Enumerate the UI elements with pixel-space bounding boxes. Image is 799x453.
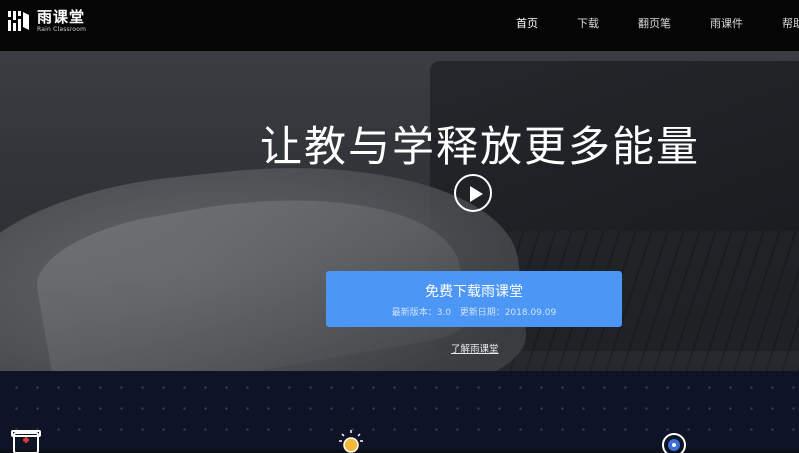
nav-item-help[interactable]: 帮助 [782,15,799,31]
nav-item-courseware[interactable]: 雨课件 [710,15,743,31]
top-nav-bar: 雨课堂 Rain Classroom 首页 下载 翻页笔 雨课件 帮助 [0,0,799,51]
play-video-button[interactable] [454,174,492,212]
hero-banner: 让教与学释放更多能量 免费下载雨课堂 最新版本：3.0 更新日期：2018.09… [0,51,799,371]
badge-icon [11,430,41,453]
download-button-label: 免费下载雨课堂 [425,283,523,300]
learn-more-link[interactable]: 了解雨课堂 [451,341,499,355]
download-button[interactable]: 免费下载雨课堂 最新版本：3.0 更新日期：2018.09.09 [326,271,622,327]
features-section [0,371,799,453]
brand-name: 雨课堂 [37,7,86,26]
nav-item-clicker[interactable]: 翻页笔 [638,15,671,31]
play-icon [470,186,483,202]
update-date-label: 更新日期：2018.09.09 [459,307,557,318]
download-version-info: 最新版本：3.0 更新日期：2018.09.09 [392,305,556,318]
nav-item-download[interactable]: 下载 [577,15,599,31]
target-icon [662,433,686,453]
brand-logo[interactable]: 雨课堂 Rain Classroom [7,9,86,33]
rain-classroom-logo-icon [8,11,29,31]
brand-name-en: Rain Classroom [37,25,87,33]
hero-title: 让教与学释放更多能量 [260,122,701,171]
lightbulb-icon [339,430,363,453]
nav-item-home[interactable]: 首页 [516,15,538,31]
version-label: 最新版本：3.0 [391,307,452,318]
